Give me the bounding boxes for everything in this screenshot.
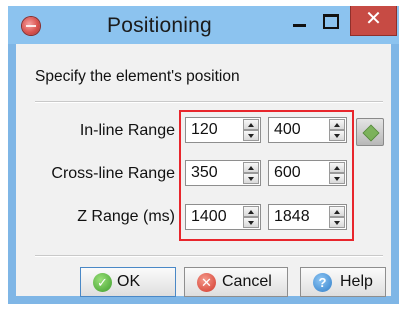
inline-range-to-spinner[interactable]: 400: [268, 117, 347, 143]
spinner-arrows[interactable]: [329, 206, 345, 228]
check-circle-icon: ✓: [93, 273, 112, 292]
cancel-button[interactable]: ✕ Cancel: [184, 267, 288, 297]
spinner-up-arrow-icon[interactable]: [329, 206, 345, 217]
close-icon: ✕: [365, 8, 382, 30]
crossline-range-to-value: 600: [274, 164, 301, 181]
maximize-button[interactable]: [313, 6, 347, 36]
spinner-up-arrow-icon[interactable]: [243, 206, 259, 217]
z-range-to-spinner[interactable]: 1848: [268, 204, 347, 230]
spinner-down-arrow-icon[interactable]: [243, 173, 259, 184]
spinner-down-arrow-icon[interactable]: [243, 130, 259, 141]
inline-range-label: In-line Range: [79, 122, 175, 139]
spinner-arrows[interactable]: [329, 119, 345, 141]
ok-button[interactable]: ✓ OK: [80, 267, 176, 297]
help-button-label: Help: [340, 273, 373, 290]
z-range-from-value: 1400: [191, 208, 227, 225]
crossline-range-from-spinner[interactable]: 350: [185, 160, 261, 186]
inline-range-to-value: 400: [274, 121, 301, 138]
close-button[interactable]: ✕: [350, 6, 397, 36]
z-range-from-spinner[interactable]: 1400: [185, 204, 261, 230]
minimize-button[interactable]: [285, 6, 313, 36]
title-bar[interactable]: Positioning ✕: [8, 6, 399, 44]
spinner-down-arrow-icon[interactable]: [329, 173, 345, 184]
question-circle-icon: ?: [313, 273, 332, 292]
spinner-arrows[interactable]: [329, 162, 345, 184]
spinner-down-arrow-icon[interactable]: [329, 130, 345, 141]
crossline-range-from-value: 350: [191, 164, 218, 181]
spinner-arrows[interactable]: [243, 119, 259, 141]
window-title: Positioning: [107, 14, 212, 37]
z-range-to-value: 1848: [274, 208, 310, 225]
spinner-up-arrow-icon[interactable]: [243, 119, 259, 130]
spinner-down-arrow-icon[interactable]: [243, 217, 259, 228]
spinner-up-arrow-icon[interactable]: [329, 119, 345, 130]
pick-position-button[interactable]: [356, 118, 384, 146]
divider-top: [35, 101, 383, 103]
dialog-heading: Specify the element's position: [35, 68, 240, 85]
spinner-up-arrow-icon[interactable]: [243, 162, 259, 173]
ok-button-label: OK: [117, 273, 141, 290]
inline-range-from-value: 120: [191, 121, 218, 138]
crossline-range-label: Cross-line Range: [51, 165, 175, 182]
spinner-arrows[interactable]: [243, 206, 259, 228]
cancel-button-label: Cancel: [222, 273, 272, 290]
crossline-range-to-spinner[interactable]: 600: [268, 160, 347, 186]
divider-bottom: [35, 255, 383, 257]
app-icon: [22, 17, 40, 35]
x-circle-icon: ✕: [197, 273, 216, 292]
help-button[interactable]: ? Help: [300, 267, 386, 297]
inline-range-from-spinner[interactable]: 120: [185, 117, 261, 143]
spinner-up-arrow-icon[interactable]: [329, 162, 345, 173]
spinner-down-arrow-icon[interactable]: [329, 217, 345, 228]
spinner-arrows[interactable]: [243, 162, 259, 184]
z-range-label: Z Range (ms): [77, 208, 175, 225]
